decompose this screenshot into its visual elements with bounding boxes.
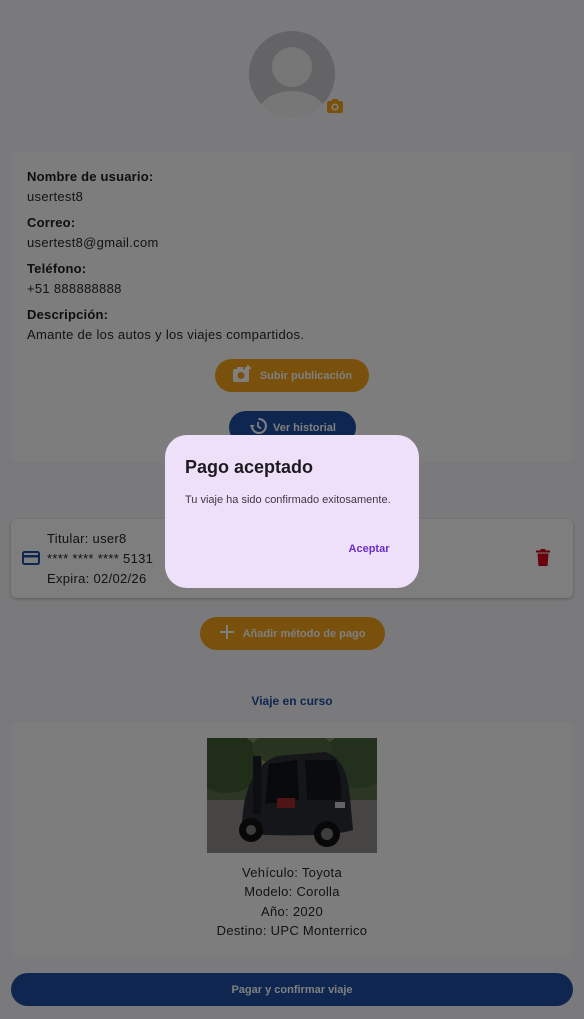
profile-screen: Nombre de usuario: usertest8 Correo: use…: [0, 0, 584, 1019]
dialog-message: Tu viaje ha sido confirmado exitosamente…: [185, 494, 391, 506]
accept-button[interactable]: Aceptar: [341, 538, 397, 560]
payment-accepted-dialog: Pago aceptado Tu viaje ha sido confirmad…: [165, 435, 419, 588]
dialog-title: Pago aceptado: [185, 457, 314, 477]
